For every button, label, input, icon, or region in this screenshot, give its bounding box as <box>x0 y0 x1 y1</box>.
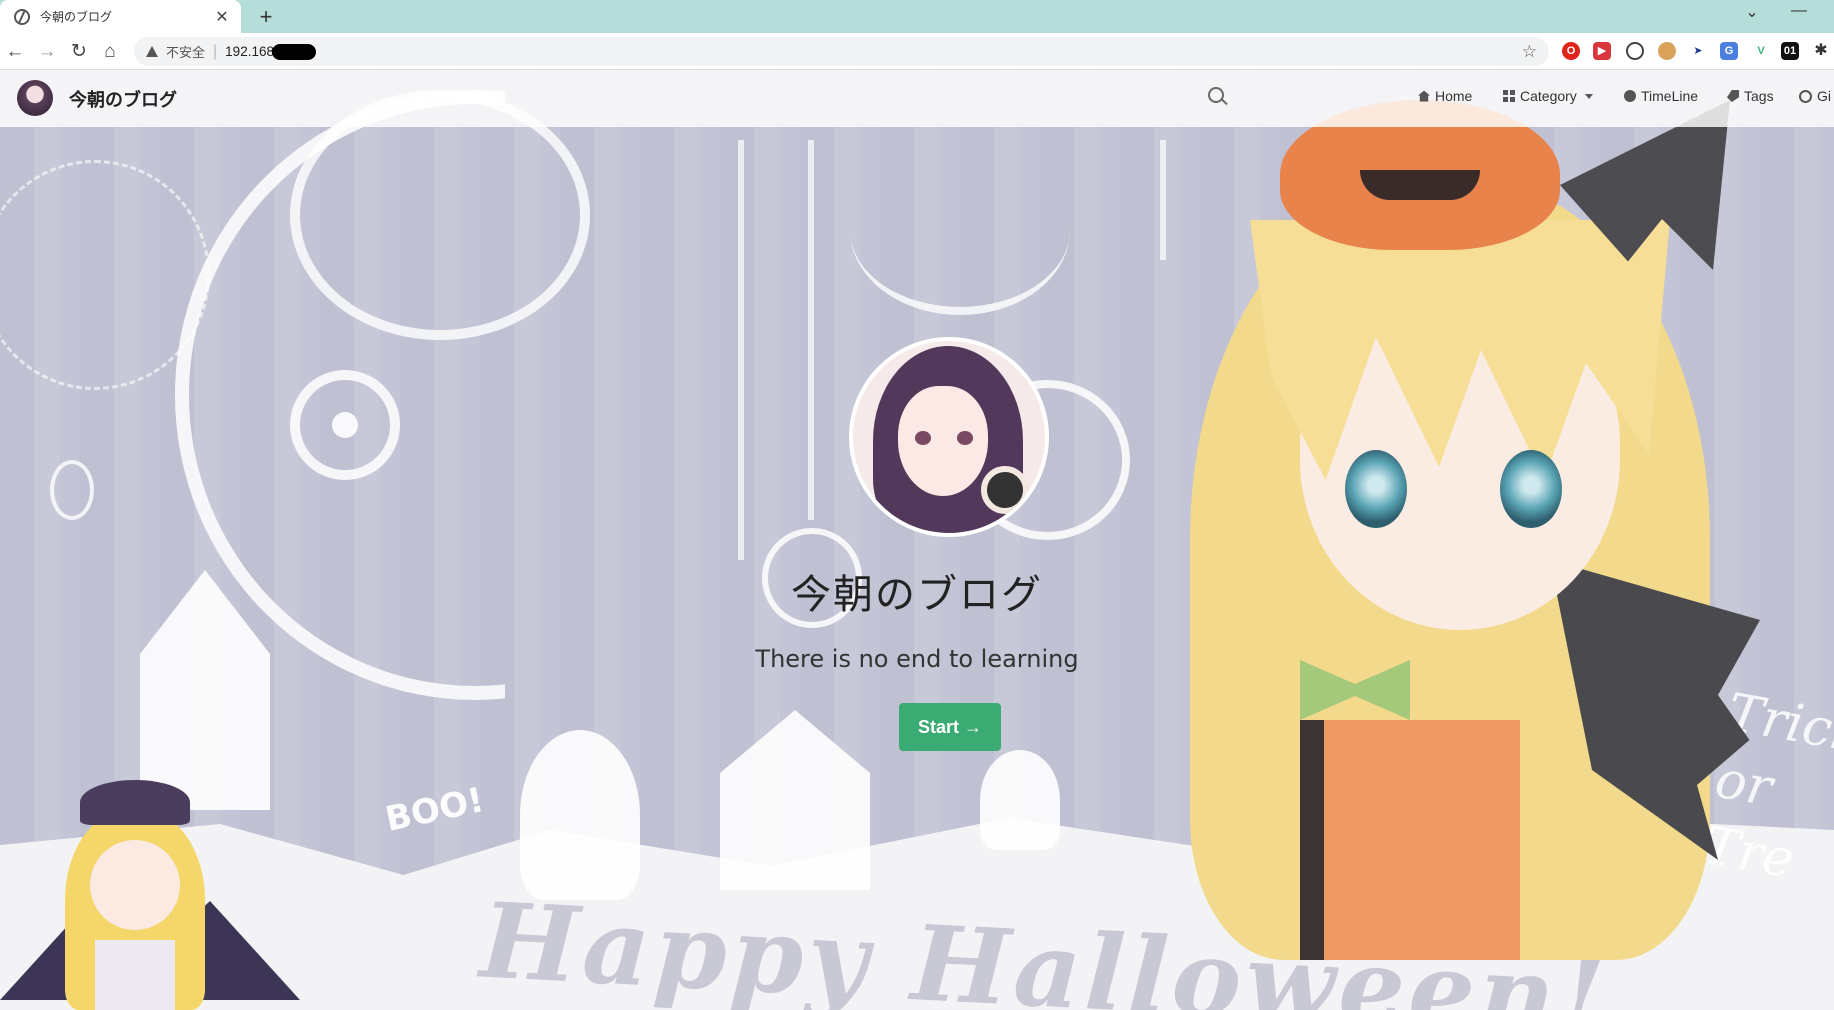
search-icon[interactable] <box>1208 87 1224 103</box>
chandelier-decoration <box>850 145 1070 315</box>
tab-search-icon[interactable]: ⌄ <box>1737 2 1767 22</box>
home-icon[interactable]: ⌂ <box>97 39 123 65</box>
ghost-decoration <box>980 750 1060 850</box>
browser-tabstrip: 今朝のブログ ✕ + ⌄ — <box>0 0 1834 33</box>
nav-timeline[interactable]: TimeLine <box>1624 88 1698 104</box>
close-tab-icon[interactable]: ✕ <box>213 7 231 27</box>
nav-github-label: Gi <box>1817 88 1831 104</box>
chain-decoration <box>808 140 814 520</box>
nav-category[interactable]: Category <box>1503 88 1593 104</box>
home-icon <box>1418 90 1430 102</box>
nav-timeline-label: TimeLine <box>1641 88 1699 104</box>
forward-icon[interactable]: → <box>34 39 60 65</box>
separator: | <box>213 42 218 60</box>
nav-tags[interactable]: Tags <box>1727 88 1774 104</box>
nav-tags-label: Tags <box>1744 88 1774 104</box>
spider-decoration <box>50 460 94 520</box>
nav-home-label: Home <box>1435 88 1473 104</box>
warning-icon <box>146 46 158 57</box>
browser-tab[interactable]: 今朝のブログ ✕ <box>0 0 241 33</box>
grid-icon <box>1503 90 1515 102</box>
chain-decoration <box>1160 140 1166 260</box>
security-label[interactable]: 不安全 <box>166 42 205 61</box>
ghost-decoration <box>520 730 640 900</box>
tab-title: 今朝のブログ <box>40 10 113 24</box>
chain-decoration <box>738 140 744 560</box>
minimize-button[interactable]: — <box>1784 2 1814 20</box>
house-decoration <box>720 710 870 890</box>
pumpkin-girl-illustration <box>1180 100 1780 960</box>
translate-extension-icon[interactable]: G <box>1720 42 1738 60</box>
browser-toolbar: ← → ↻ ⌂ 不安全 | 192.168 ☆ O ▶ ➤ G V 01 ✱ <box>0 33 1834 70</box>
clock-icon <box>1624 90 1636 102</box>
new-tab-button[interactable]: + <box>252 3 280 31</box>
url-text[interactable]: 192.168 <box>225 44 274 59</box>
back-icon[interactable]: ← <box>2 39 28 65</box>
cookie-extension-icon[interactable] <box>1658 42 1676 60</box>
nav-github[interactable]: Gi <box>1799 88 1831 104</box>
site-navbar: 今朝のブログ Home Category TimeLine Tags Gi <box>0 70 1834 127</box>
sync-extension-icon[interactable] <box>1626 42 1644 60</box>
moon-inner-decoration <box>290 90 590 340</box>
hero-avatar <box>849 337 1049 537</box>
chevron-down-icon <box>1584 93 1593 99</box>
address-bar[interactable]: 不安全 | 192.168 ☆ <box>134 37 1549 66</box>
redaction-mark <box>271 43 316 60</box>
nav-home[interactable]: Home <box>1418 88 1472 104</box>
boo-text: BOO! <box>381 780 488 840</box>
globe-icon <box>14 8 30 25</box>
github-icon <box>1799 89 1812 103</box>
hero-title: 今朝のブログ <box>791 572 1043 618</box>
search-input[interactable] <box>1232 82 1392 112</box>
brand-title[interactable]: 今朝のブログ <box>69 86 177 112</box>
bookmark-star-icon[interactable]: ☆ <box>1522 42 1537 62</box>
puzzle-extension-icon[interactable]: ✱ <box>1812 42 1830 60</box>
brand-avatar[interactable] <box>17 80 53 116</box>
opera-extension-icon[interactable]: O <box>1562 42 1580 60</box>
eye-decoration <box>290 370 400 480</box>
cursor-extension-icon[interactable]: ➤ <box>1689 42 1707 60</box>
nav-category-label: Category <box>1520 88 1577 104</box>
tag-icon <box>1727 90 1739 102</box>
vue-extension-icon[interactable]: V <box>1752 42 1770 60</box>
video-extension-icon[interactable]: ▶ <box>1593 42 1611 60</box>
binary-extension-icon[interactable]: 01 <box>1781 42 1799 60</box>
reload-icon[interactable]: ↻ <box>66 39 92 65</box>
start-button[interactable]: Start → <box>899 703 1001 751</box>
mascot-character[interactable] <box>0 770 300 1010</box>
hero-subtitle: There is no end to learning <box>755 645 1079 673</box>
